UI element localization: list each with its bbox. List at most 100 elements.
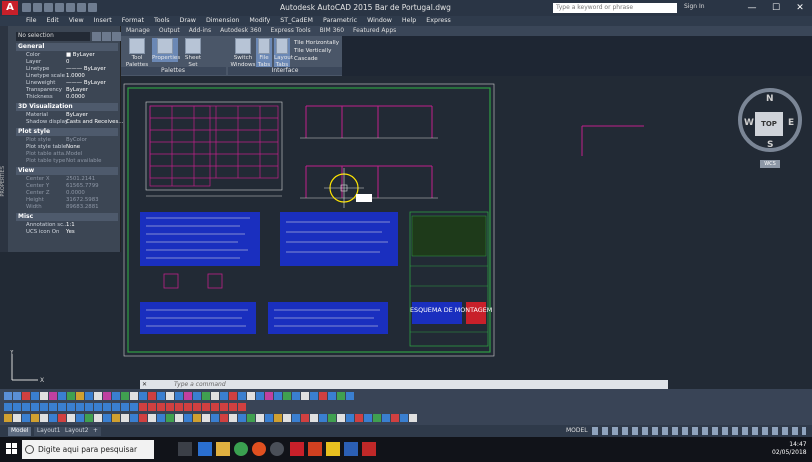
menu-file[interactable]: File (26, 17, 37, 24)
cascade-button[interactable]: Cascade (294, 55, 339, 63)
new-icon[interactable] (22, 3, 31, 12)
tab-model[interactable]: Model (8, 427, 32, 436)
group-interface[interactable]: Interface (228, 67, 342, 75)
viewcube-top-face[interactable]: TOP (755, 112, 783, 136)
media-icon[interactable] (270, 442, 284, 456)
wcs-menu[interactable]: WCS (760, 160, 780, 168)
tab-autodesk-360[interactable]: Autodesk 360 (220, 27, 261, 34)
prop-row: Width 89683.2881 (26, 204, 99, 210)
windows-taskbar: Digite aqui para pesquisar 14:47 02/05/2… (0, 437, 812, 462)
plot-icon[interactable] (66, 3, 75, 12)
prop-row: Shadow display Casts and Receives... (26, 119, 124, 125)
tab-bim-360[interactable]: BIM 360 (320, 27, 344, 34)
layout-tabs-button[interactable]: Layout Tabs (274, 38, 293, 69)
close-button[interactable]: ✕ (788, 1, 812, 15)
toggle-pickadd-icon[interactable] (112, 32, 121, 41)
model-space-toggle[interactable]: MODEL (566, 427, 588, 434)
autocad-logo-icon[interactable]: A (2, 1, 18, 15)
open-icon[interactable] (33, 3, 42, 12)
menu-st-cadem[interactable]: ST_CadEM (280, 17, 313, 24)
viewcube-west[interactable]: W (744, 118, 754, 128)
tool-palettes-button[interactable]: Tool Palettes (124, 38, 150, 69)
viewcube-north[interactable]: N (766, 94, 774, 104)
chrome-icon[interactable] (234, 442, 248, 456)
menu-parametric[interactable]: Parametric (323, 17, 357, 24)
properties-palette-strip[interactable]: PROPERTIES (0, 26, 8, 252)
selection-dropdown[interactable]: No selection (16, 32, 90, 41)
tab-featured-apps[interactable]: Featured Apps (353, 27, 396, 34)
group-palettes[interactable]: Palettes (120, 67, 226, 75)
properties-button[interactable]: Properties (152, 38, 180, 62)
title-block-text: ESQUEMA DE MONTAGEM (410, 306, 493, 314)
viewcube-east[interactable]: E (788, 118, 794, 128)
menu-format[interactable]: Format (122, 17, 144, 24)
prop-row: Center Y 61565.7799 (26, 183, 99, 189)
search-input[interactable]: Type a keyword or phrase (553, 3, 677, 13)
app-icon-dark-red[interactable] (362, 442, 376, 456)
status-toggles[interactable] (592, 427, 806, 435)
task-view-icon[interactable] (178, 442, 192, 456)
tab-output[interactable]: Output (159, 27, 180, 34)
menu-window[interactable]: Window (367, 17, 392, 24)
select-objects-icon[interactable] (102, 32, 111, 41)
prop-row: Center Z 0.0000 (26, 190, 85, 196)
maximize-button[interactable]: ☐ (764, 1, 788, 15)
tile-vertically-button[interactable]: Tile Vertically (294, 47, 339, 55)
menu-view[interactable]: View (69, 17, 84, 24)
tab-layout2[interactable]: Layout2 (62, 427, 92, 436)
system-clock[interactable]: 14:47 02/05/2018 (772, 441, 807, 457)
tile-horizontally-button[interactable]: Tile Horizontally (294, 39, 339, 47)
menu-express[interactable]: Express (426, 17, 451, 24)
word-icon[interactable] (344, 442, 358, 456)
file-tabs-button[interactable]: File Tabs (256, 38, 272, 69)
quick-select-icon[interactable] (92, 32, 101, 41)
menu-draw[interactable]: Draw (179, 17, 195, 24)
app-icon-red[interactable] (308, 442, 322, 456)
prop-row: Linetype scale 1.0000 (26, 73, 85, 79)
drawing-canvas[interactable] (120, 76, 812, 396)
menu-insert[interactable]: Insert (94, 17, 112, 24)
save-icon[interactable] (44, 3, 53, 12)
quick-access-toolbar[interactable] (22, 3, 97, 13)
menu-dimension[interactable]: Dimension (206, 17, 239, 24)
toolbar-row-3[interactable] (4, 413, 417, 423)
add-layout-button[interactable]: + (90, 427, 101, 436)
section-3d-visualization[interactable]: 3D Visualization (16, 103, 118, 111)
section-view[interactable]: View (16, 167, 118, 175)
command-close-button[interactable]: ✕ (142, 380, 147, 389)
menu-tools[interactable]: Tools (154, 17, 170, 24)
edge-icon[interactable] (198, 442, 212, 456)
autocad-taskbar-icon[interactable] (290, 442, 304, 456)
file-explorer-icon[interactable] (216, 442, 230, 456)
status-bar: Model Layout1 Layout2 + MODEL (0, 425, 812, 437)
tab-express-tools[interactable]: Express Tools (270, 27, 310, 34)
ucs-icon: Y X (9, 350, 44, 384)
command-line[interactable]: ✕ Type a command (140, 380, 668, 389)
section-plot-style[interactable]: Plot style (16, 128, 118, 136)
command-input[interactable]: Type a command (174, 380, 226, 389)
toolbar-row-2[interactable] (4, 402, 246, 412)
menu-help[interactable]: Help (402, 17, 416, 24)
section-misc[interactable]: Misc (16, 213, 118, 221)
prop-row: Plot style table None (26, 144, 81, 150)
undo-icon[interactable] (77, 3, 86, 12)
firefox-icon[interactable] (252, 442, 266, 456)
windows-start-icon[interactable] (6, 443, 18, 455)
tab-layout1[interactable]: Layout1 (34, 427, 64, 436)
minimize-button[interactable]: — (740, 1, 764, 15)
app-icon-yellow[interactable] (326, 442, 340, 456)
tab-manage[interactable]: Manage (126, 27, 150, 34)
redo-icon[interactable] (88, 3, 97, 12)
menu-edit[interactable]: Edit (47, 17, 59, 24)
drawing-content (123, 83, 644, 357)
prop-row: Thickness 0.0000 (26, 94, 85, 100)
section-general[interactable]: General (16, 43, 118, 51)
viewcube-south[interactable]: S (767, 140, 773, 150)
sign-in-button[interactable]: Sign In (684, 3, 705, 10)
switch-windows-button[interactable]: Switch Windows (230, 38, 256, 69)
taskbar-search-input[interactable]: Digite aqui para pesquisar (22, 440, 154, 459)
toolbar-row-1[interactable] (4, 391, 354, 401)
tab-add-ins[interactable]: Add-ins (189, 27, 211, 34)
menu-modify[interactable]: Modify (249, 17, 270, 24)
save-as-icon[interactable] (55, 3, 64, 12)
